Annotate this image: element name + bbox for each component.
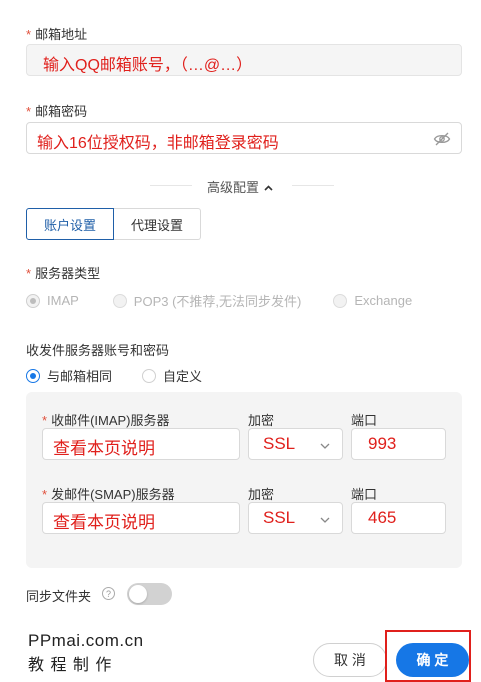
tab-account-settings[interactable]: 账户设置 — [26, 208, 114, 240]
server-type-options: IMAP POP3 (不推荐,无法同步发件) Exchange — [26, 291, 440, 310]
incoming-port-input[interactable]: 993 — [351, 428, 446, 460]
radio-custom[interactable]: 自定义 — [142, 366, 202, 385]
outgoing-encrypt-select[interactable]: SSL — [248, 502, 343, 534]
password-input[interactable]: 输入16位授权码，非邮箱登录密码 — [26, 122, 462, 154]
radio-indicator — [333, 293, 348, 308]
confirm-button[interactable]: 确 定 — [396, 643, 469, 677]
sync-folders-label: 同步文件夹 — [26, 589, 92, 604]
incoming-encrypt-label: 加密 — [248, 413, 275, 428]
credentials-options: 与邮箱相同 自定义 — [26, 366, 230, 385]
password-label: * 邮箱密码 — [26, 104, 88, 119]
radio-pop3[interactable]: POP3 (不推荐,无法同步发件) — [112, 291, 301, 310]
radio-exchange[interactable]: Exchange — [333, 293, 412, 308]
email-label: * 邮箱地址 — [26, 27, 88, 42]
server-type-label: * 服务器类型 — [26, 266, 101, 281]
divider-left — [150, 185, 192, 186]
required-mark: * — [42, 487, 48, 502]
email-input[interactable]: 输入QQ邮箱账号，（…@…） — [26, 44, 462, 76]
cancel-button[interactable]: 取 消 — [313, 643, 387, 677]
toggle-knob — [129, 585, 147, 603]
required-mark: * — [42, 413, 48, 428]
required-mark: * — [26, 104, 32, 119]
chevron-up-icon — [264, 179, 273, 194]
incoming-server-input[interactable]: 查看本页说明 — [42, 428, 240, 460]
advanced-label: 高级配置 — [207, 180, 260, 195]
required-mark: * — [26, 266, 32, 281]
eye-hidden-icon[interactable] — [433, 131, 451, 147]
radio-indicator — [112, 293, 127, 308]
tab-proxy-settings[interactable]: 代理设置 — [114, 208, 201, 240]
watermark-caption: 教 程 制 作 — [28, 657, 113, 674]
password-value: 输入16位授权码，非邮箱登录密码 — [37, 135, 279, 152]
outgoing-server-label: * 发邮件(SMAP)服务器 — [42, 487, 175, 502]
credentials-label: 收发件服务器账号和密码 — [26, 343, 170, 358]
advanced-toggle[interactable]: 高级配置 — [207, 177, 273, 196]
outgoing-encrypt-label: 加密 — [248, 487, 275, 502]
sync-folders-toggle[interactable] — [127, 583, 172, 605]
radio-indicator — [26, 368, 40, 383]
outgoing-server-input[interactable]: 查看本页说明 — [42, 502, 240, 534]
chevron-down-icon — [320, 437, 330, 452]
outgoing-port-input[interactable]: 465 — [351, 502, 446, 534]
outgoing-port-label: 端口 — [351, 487, 378, 502]
incoming-port-label: 端口 — [351, 413, 378, 428]
chevron-down-icon — [320, 511, 330, 526]
divider-right — [292, 185, 334, 186]
radio-imap[interactable]: IMAP — [26, 293, 79, 308]
incoming-encrypt-select[interactable]: SSL — [248, 428, 343, 460]
incoming-server-label: * 收邮件(IMAP)服务器 — [42, 413, 170, 428]
radio-indicator — [26, 293, 40, 308]
radio-same-as-email[interactable]: 与邮箱相同 — [26, 366, 112, 385]
help-icon[interactable]: ? — [102, 587, 115, 600]
required-mark: * — [26, 27, 32, 42]
watermark-site: PPmai.com.cn — [28, 631, 144, 650]
email-value: 输入QQ邮箱账号，（…@…） — [43, 57, 253, 74]
radio-indicator — [142, 368, 157, 383]
